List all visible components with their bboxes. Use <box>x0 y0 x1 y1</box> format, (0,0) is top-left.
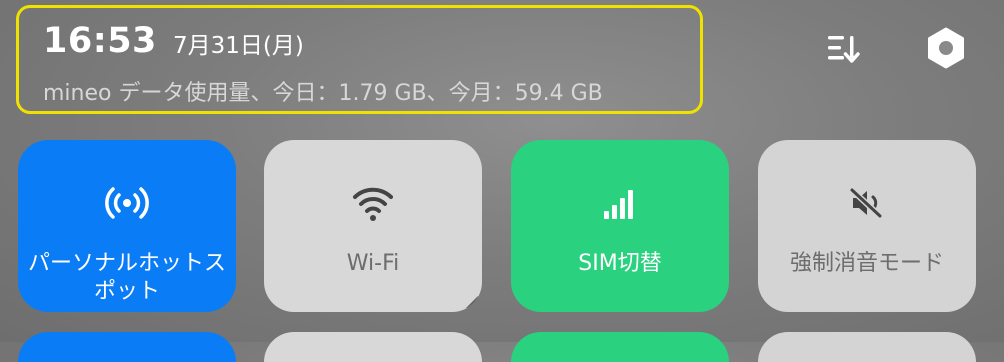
tile-hotspot[interactable]: パーソナルホットスポット <box>18 140 236 312</box>
clock-date: 7月31日(月) <box>173 33 304 59</box>
hotspot-icon <box>105 187 149 219</box>
sort-button[interactable] <box>823 28 863 68</box>
sort-descending-icon <box>828 36 860 63</box>
clock-time: 16:53 <box>43 21 157 61</box>
tile-hotspot-label: パーソナルホットスポット <box>27 251 226 304</box>
mute-speaker-icon <box>849 187 883 219</box>
data-usage-text[interactable]: mineo データ使用量、今日：1.79 GB、今月：59.4 GB <box>43 75 603 107</box>
settings-hexagon-icon <box>928 27 964 69</box>
tile-sim-switch-label: SIM切替 <box>578 251 662 276</box>
next-row-tile[interactable] <box>18 332 236 362</box>
tile-force-mute-label: 強制消音モード <box>789 251 944 276</box>
tile-sim-switch[interactable]: SIM切替 <box>511 140 729 312</box>
next-row-tile[interactable] <box>511 332 729 362</box>
tile-wifi[interactable]: Wi-Fi <box>264 140 482 312</box>
next-row-tile[interactable] <box>758 332 976 362</box>
wifi-icon <box>353 187 393 221</box>
expand-corner-indicator <box>466 296 478 308</box>
settings-button[interactable] <box>922 24 970 72</box>
tile-wifi-label: Wi-Fi <box>346 251 400 276</box>
next-row-tile[interactable] <box>264 332 482 362</box>
status-header-highlight: 16:53 7月31日(月) mineo データ使用量、今日：1.79 GB、今… <box>16 5 703 114</box>
signal-bars-icon <box>604 190 633 219</box>
tile-force-mute[interactable]: 強制消音モード <box>758 140 976 312</box>
